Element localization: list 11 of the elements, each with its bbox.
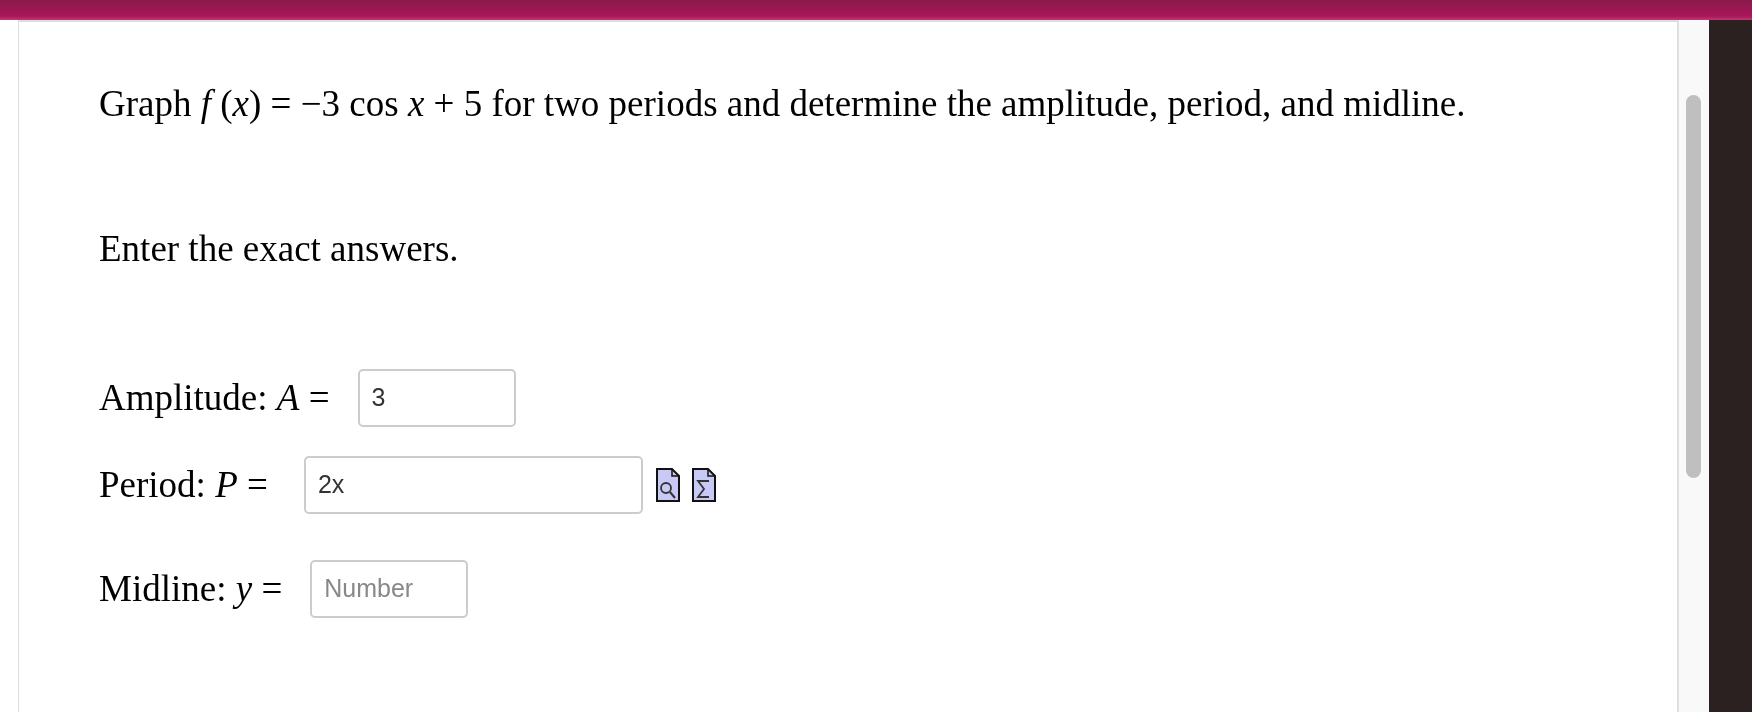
scrollbar[interactable]: [1686, 95, 1701, 478]
answer-field[interactable]: 2x: [303, 455, 643, 514]
answer-label: Amplitude: A =: [99, 376, 330, 420]
instruction-text: Enter the exact answers.: [99, 227, 460, 272]
answer-label: Period: P =: [99, 463, 268, 507]
preview-icon[interactable]: [654, 466, 681, 503]
answer-label: Midline: y =: [99, 567, 283, 611]
answer-field[interactable]: Number: [310, 559, 469, 618]
question-text: Graph f (x) = −3 cos x + 5 for two periods and determine the amplitude, period, and midline.: [99, 82, 1467, 126]
answer-field[interactable]: 3: [357, 368, 516, 427]
sigma-icon[interactable]: [690, 466, 717, 503]
